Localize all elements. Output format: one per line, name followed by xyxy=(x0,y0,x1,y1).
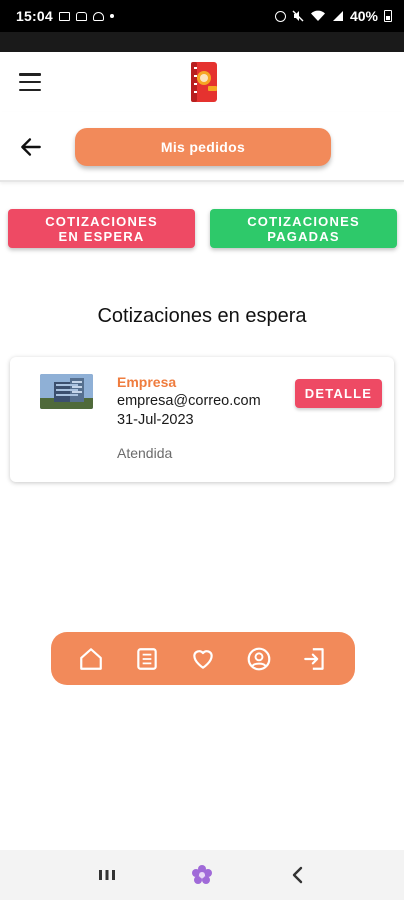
home-flower-icon[interactable] xyxy=(184,857,220,893)
system-nav-bar xyxy=(0,850,404,900)
nav-home[interactable] xyxy=(74,642,108,676)
nav-favorites[interactable] xyxy=(186,642,220,676)
status-time: 15:04 xyxy=(16,8,53,24)
order-date: 31-Jul-2023 xyxy=(117,412,194,428)
cloud-icon xyxy=(92,11,104,21)
nav-row: Mis pedidos xyxy=(0,112,404,182)
tab-cotizaciones-pagadas-label: COTIZACIONES PAGADAS xyxy=(247,213,360,244)
back-icon[interactable] xyxy=(279,857,315,893)
tab-cotizaciones-en-espera[interactable]: COTIZACIONES EN ESPERA xyxy=(8,209,195,248)
nav-profile[interactable] xyxy=(242,642,276,676)
arrow-left-icon[interactable] xyxy=(18,134,44,160)
wifi-icon xyxy=(310,10,325,21)
app-header xyxy=(0,52,404,112)
list-icon xyxy=(137,647,157,670)
order-status: Atendida xyxy=(117,445,173,461)
tab-cotizaciones-en-espera-label: COTIZACIONES EN ESPERA xyxy=(45,213,158,244)
gallery-icon xyxy=(58,11,70,21)
bottom-nav xyxy=(51,632,355,685)
battery-icon xyxy=(384,10,392,22)
logout-icon xyxy=(304,647,324,670)
hamburger-menu-icon[interactable] xyxy=(18,70,42,94)
mute-icon xyxy=(292,10,304,22)
battery-level: 40% xyxy=(349,8,378,24)
notification-icon xyxy=(75,11,87,21)
home-icon xyxy=(80,647,102,670)
status-bar-strip xyxy=(0,32,404,52)
heart-icon xyxy=(193,649,213,669)
alarm-icon xyxy=(274,10,286,22)
notebook-logo xyxy=(191,62,217,102)
recents-icon[interactable] xyxy=(89,857,125,893)
nav-list[interactable] xyxy=(130,642,164,676)
order-card: Empresa empresa@correo.com 31-Jul-2023 A… xyxy=(10,357,394,482)
signal-icon xyxy=(332,11,343,21)
status-bar: 15:04 40% xyxy=(0,0,404,32)
company-name: Empresa xyxy=(117,374,177,390)
dot-icon xyxy=(109,14,114,18)
building-thumbnail xyxy=(40,374,93,409)
tab-cotizaciones-pagadas[interactable]: COTIZACIONES PAGADAS xyxy=(210,209,397,248)
detail-button[interactable]: DETALLE xyxy=(295,379,382,408)
section-title: Cotizaciones en espera xyxy=(97,305,307,327)
nav-logout[interactable] xyxy=(298,642,332,676)
page-title: Mis pedidos xyxy=(75,128,331,166)
company-email: empresa@correo.com xyxy=(117,393,261,409)
user-icon xyxy=(247,647,271,670)
